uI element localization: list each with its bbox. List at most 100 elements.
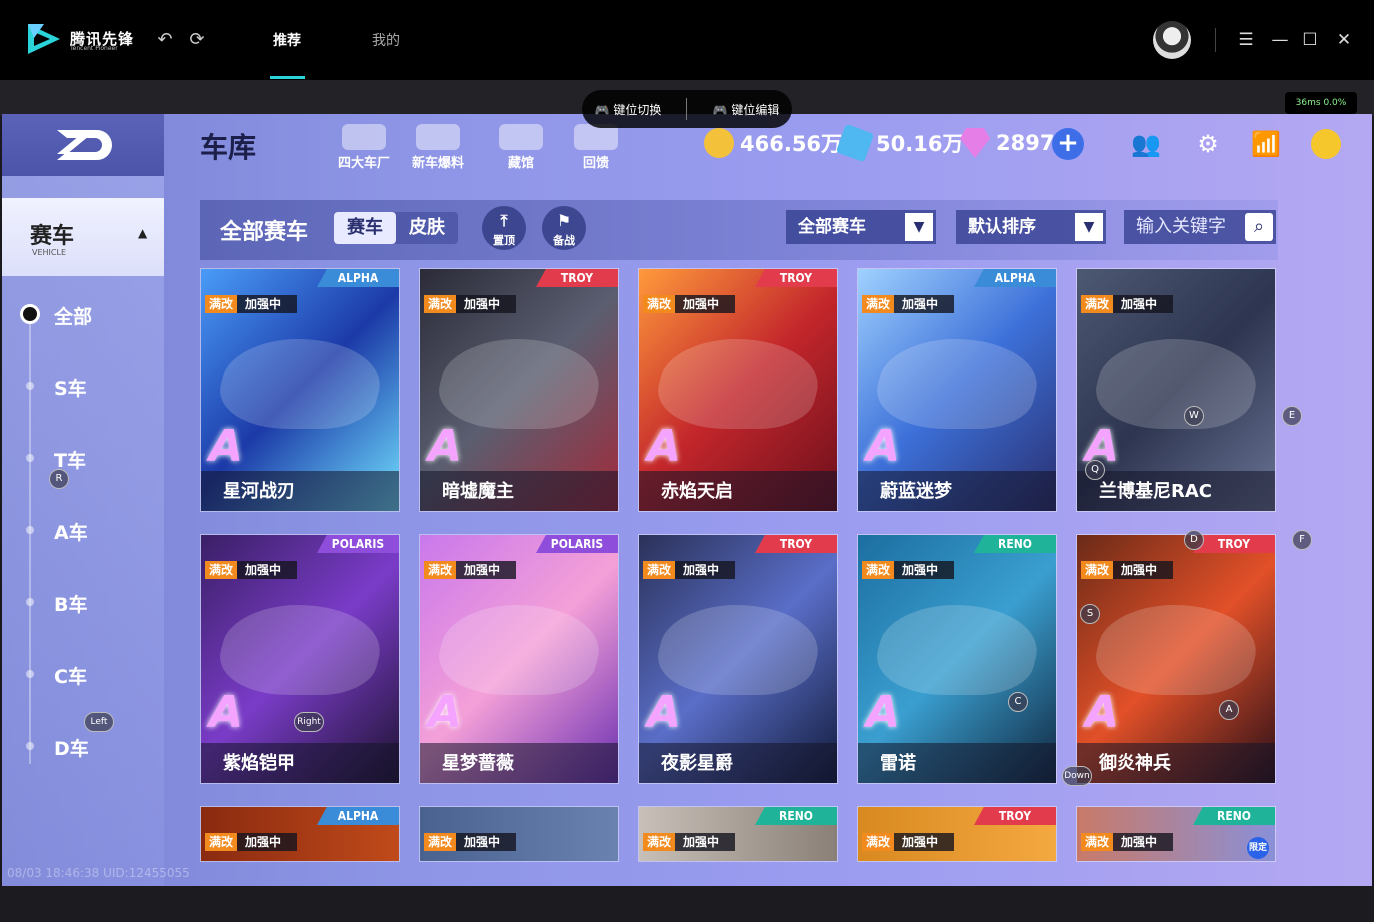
key-hint-f: F (1292, 530, 1312, 550)
car-card[interactable]: ALPHA 满改 加强中 A 蔚蓝迷梦 (857, 268, 1057, 512)
nav-collection[interactable]: 藏馆 (499, 124, 543, 171)
voucher-icon (835, 123, 875, 163)
type-segmented-control: 赛车 皮肤 (334, 212, 458, 244)
keybar-divider (686, 98, 688, 120)
nav-four-factories[interactable]: 四大车厂 (338, 124, 390, 171)
sort-dropdown[interactable]: 默认排序 ▼ (956, 210, 1106, 244)
car-name: 星河战刃 (223, 481, 295, 502)
brand-badge: TROY (974, 807, 1056, 825)
flag-icon: ⚑ (556, 211, 572, 230)
sidebar-dot (26, 598, 34, 606)
buffing-tag: 加强中 (456, 833, 517, 851)
brand-badge: ALPHA (974, 269, 1056, 287)
brand-badge: POLARIS (317, 535, 399, 553)
buffing-tag: 加强中 (675, 561, 736, 579)
tab-recommend[interactable]: 推荐 (273, 30, 301, 50)
card-tags: 满改 加强中 (205, 833, 298, 851)
close-icon[interactable]: ✕ (1334, 30, 1354, 50)
card-tags: 满改 加强中 (424, 561, 517, 579)
sidebar-item-a[interactable]: A车 (54, 518, 88, 545)
card-tags: 满改 加强中 (424, 295, 517, 313)
pin-top-button[interactable]: ⤒ 置顶 (482, 206, 526, 250)
friends-mail-icon[interactable]: 👥 (1130, 128, 1162, 160)
ready-button[interactable]: ⚑ 备战 (542, 206, 586, 250)
avatar[interactable] (1153, 21, 1191, 59)
buffing-tag: 加强中 (237, 833, 298, 851)
car-card[interactable]: ALPHA 满改 加强中 A 星河战刃 (200, 268, 400, 512)
card-tags: 满改 加强中 (1081, 561, 1174, 579)
keymap-switch-button[interactable]: 🎮 键位切换 (595, 101, 662, 118)
sidebar-item-s[interactable]: S车 (54, 374, 87, 401)
maxed-tag: 满改 (424, 295, 457, 313)
buffing-tag: 加强中 (675, 295, 736, 313)
car-card[interactable]: ALPHA 满改 加强中 (200, 806, 400, 862)
sidebar-item-b[interactable]: B车 (54, 590, 87, 617)
maxed-tag: 满改 (643, 561, 676, 579)
game-logo-icon (57, 130, 112, 160)
menu-icon[interactable]: ☰ (1236, 30, 1256, 50)
qq-music-icon[interactable] (1310, 128, 1342, 160)
car-card[interactable]: RENO 满改 加强中 A 雷诺 (857, 534, 1057, 784)
buffing-tag: 加强中 (1113, 833, 1174, 851)
type-dropdown[interactable]: 全部赛车 ▼ (786, 210, 936, 244)
car-card[interactable]: 满改 加强中 A 兰博基尼RAC (1076, 268, 1276, 512)
brand-badge: TROY (755, 535, 837, 553)
car-card[interactable]: TROY 满改 加强中 A 御炎神兵 (1076, 534, 1276, 784)
minimize-icon[interactable]: — (1270, 30, 1290, 50)
car-name: 兰博基尼RAC (1099, 481, 1213, 502)
keymap-edit-label: 键位编辑 (731, 102, 780, 117)
car-name: 紫焰铠甲 (223, 753, 295, 774)
voucher-value: 50.16万 (876, 132, 964, 156)
nav-rewards[interactable]: 回馈 (574, 124, 618, 171)
seg-car[interactable]: 赛车 (334, 212, 396, 244)
nav-label: 四大车厂 (338, 156, 391, 171)
key-hint-s: S (1080, 604, 1100, 624)
car-card[interactable]: RENO 满改 加强中 (638, 806, 838, 862)
brand-badge: TROY (755, 269, 837, 287)
car-card[interactable]: TROY 满改 加强中 A 暗墟魔主 (419, 268, 619, 512)
brand-badge (536, 807, 618, 825)
sidebar-dot (26, 526, 34, 534)
key-hint-e: E (1282, 406, 1302, 426)
sidebar-item-c[interactable]: C车 (54, 662, 87, 689)
sidebar-dot (26, 454, 34, 462)
chevron-down-icon: ▼ (905, 213, 933, 241)
search-icon[interactable]: ⌕ (1245, 213, 1273, 241)
search-input[interactable]: 输入关键字 ⌕ (1124, 210, 1276, 244)
maxed-tag: 满改 (862, 295, 895, 313)
car-card[interactable]: 满改 加强中 (419, 806, 619, 862)
car-card[interactable]: TROY 满改 加强中 (857, 806, 1057, 862)
maxed-tag: 满改 (1081, 295, 1114, 313)
settings-gear-icon[interactable]: ⚙ (1192, 128, 1224, 160)
search-placeholder: 输入关键字 (1136, 216, 1226, 237)
keymap-edit-button[interactable]: 🎮 键位编辑 (713, 101, 780, 118)
car-card[interactable]: POLARIS 满改 加强中 A 星梦蔷薇 (419, 534, 619, 784)
car-card[interactable]: TROY 满改 加强中 A 赤焰天启 (638, 268, 838, 512)
card-tags: 满改 加强中 (862, 561, 955, 579)
card-tags: 满改 加强中 (643, 833, 736, 851)
limited-badge: 限定 (1247, 837, 1269, 859)
seg-skin[interactable]: 皮肤 (396, 212, 458, 244)
active-dot-icon (20, 304, 40, 324)
maxed-tag: 满改 (1081, 833, 1114, 851)
maximize-icon[interactable]: ☐ (1300, 30, 1320, 50)
tab-mine[interactable]: 我的 (372, 30, 400, 50)
refresh-icon[interactable]: ⟳ (187, 30, 207, 50)
brand-badge (1193, 269, 1275, 287)
car-name: 雷诺 (880, 753, 916, 774)
sidebar-item-d[interactable]: D车 (54, 734, 89, 761)
uid-watermark: 08/03 18:46:38 UID:12455055 (7, 866, 190, 880)
car-card[interactable]: POLARIS 满改 加强中 A 紫焰铠甲 (200, 534, 400, 784)
undo-icon[interactable]: ↶ (155, 30, 175, 50)
garage-icon (499, 124, 543, 150)
car-card[interactable]: TROY 满改 加强中 A 夜影星爵 (638, 534, 838, 784)
brand-badge: TROY (1193, 535, 1275, 553)
key-hint-d: D (1184, 530, 1204, 550)
app-logo-icon (28, 24, 60, 54)
recharge-button[interactable]: + (1052, 128, 1084, 160)
sidebar-section-vehicle[interactable]: 赛车 VEHICLE ▲ (2, 198, 164, 276)
chevron-down-icon: ▼ (1075, 213, 1103, 241)
sidebar-item-all[interactable]: 全部 (54, 302, 92, 329)
nav-new-car-news[interactable]: 新车爆料 (412, 124, 464, 171)
car-card[interactable]: RENO 满改 加强中 限定 (1076, 806, 1276, 862)
